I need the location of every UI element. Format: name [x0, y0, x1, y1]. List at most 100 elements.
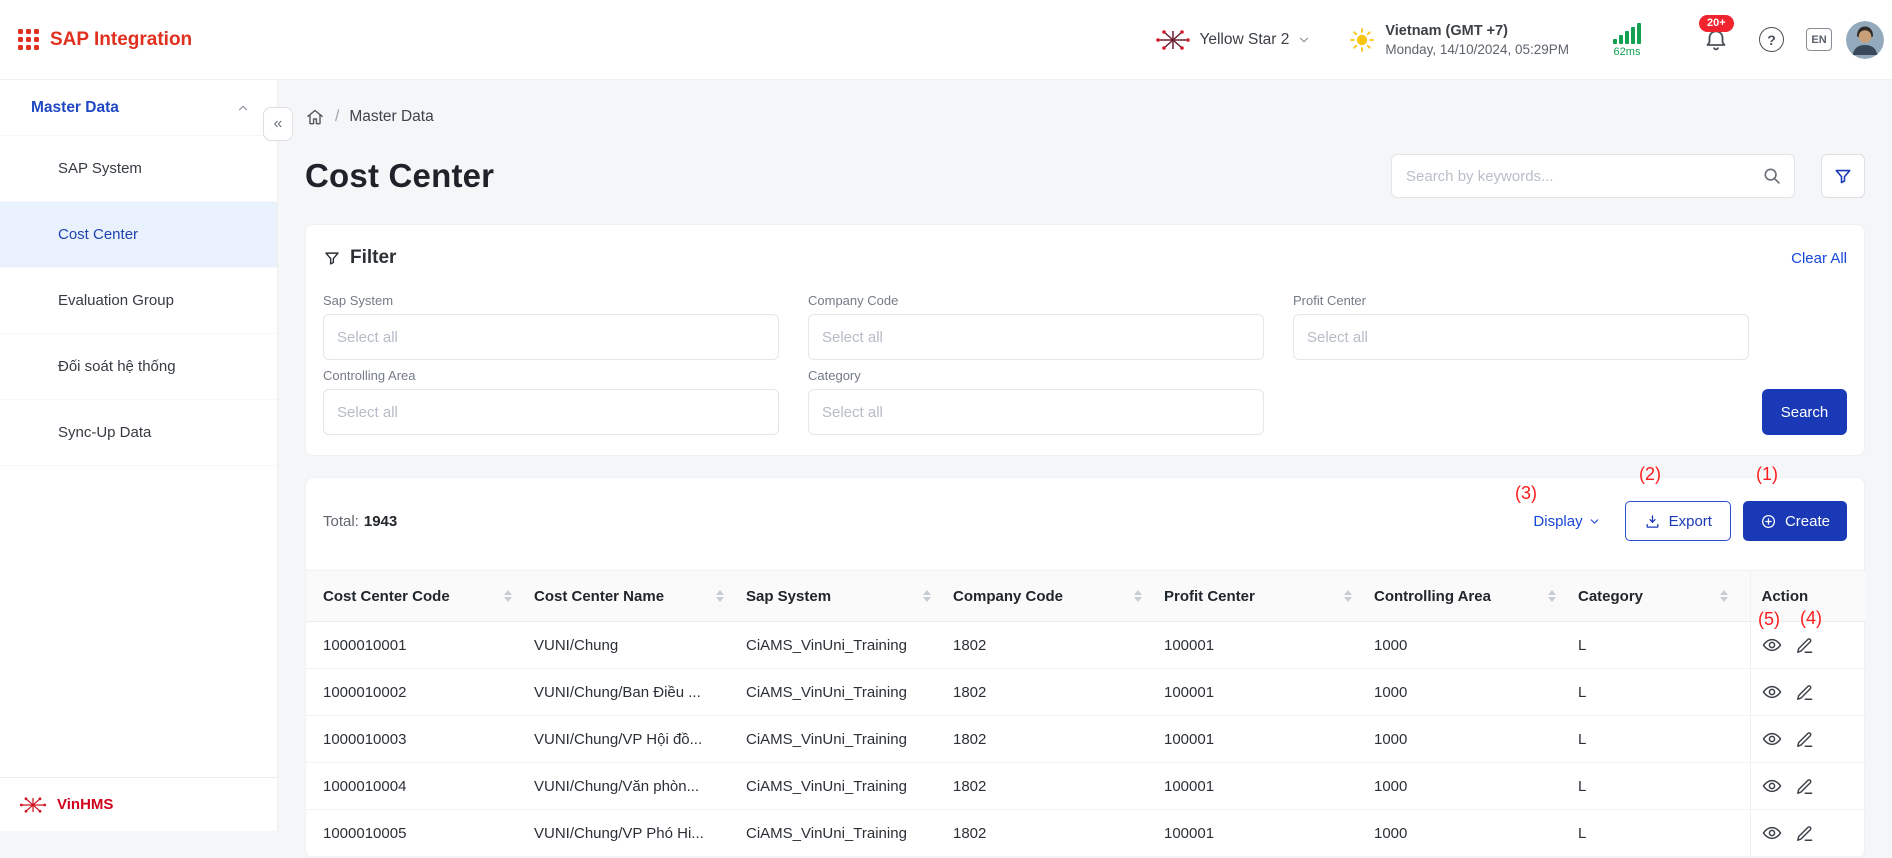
- col-profit-center[interactable]: Profit Center: [1164, 571, 1374, 622]
- view-button[interactable]: [1762, 682, 1782, 702]
- filter-search-button[interactable]: Search: [1762, 389, 1847, 435]
- home-icon[interactable]: [305, 107, 325, 127]
- sidebar-item-evaluation-group[interactable]: Evaluation Group: [0, 268, 277, 334]
- workspace-selector[interactable]: Yellow Star 2: [1155, 29, 1311, 51]
- view-button[interactable]: [1762, 729, 1782, 749]
- profit-center-select[interactable]: [1293, 314, 1749, 360]
- sidebar-item-sync-up-data[interactable]: Sync-Up Data: [0, 400, 277, 466]
- chevron-up-icon: [236, 101, 250, 115]
- notifications-button[interactable]: 20+: [1703, 27, 1729, 53]
- table-row: 1000010001 VUNI/Chung CiAMS_VinUni_Train…: [306, 622, 1866, 669]
- sap-system-select[interactable]: [323, 314, 779, 360]
- export-button[interactable]: Export: [1625, 501, 1731, 541]
- col-company-code[interactable]: Company Code: [953, 571, 1164, 622]
- filter-field-sap-system: Sap System: [323, 293, 779, 360]
- plus-circle-icon: [1760, 513, 1777, 530]
- company-code-select[interactable]: [808, 314, 1264, 360]
- annotation-display: (3): [1515, 483, 1537, 503]
- edit-button[interactable]: [1795, 636, 1814, 655]
- breadcrumb: / Master Data: [305, 106, 1865, 128]
- col-category[interactable]: Category: [1578, 571, 1750, 622]
- eye-icon: [1762, 823, 1782, 843]
- sidebar-collapse-button[interactable]: «: [263, 107, 293, 141]
- results-panel: (1) (2) (3) (5) (4) Total:1943 Display: [305, 477, 1865, 858]
- edit-button[interactable]: [1795, 683, 1814, 702]
- table-row: 1000010002 VUNI/Chung/Ban Điều ... CiAMS…: [306, 669, 1866, 716]
- annotation-view: (5): [1758, 609, 1780, 629]
- top-bar-right: Yellow Star 2 Vietnam (GMT +7) Monday, 1…: [1155, 21, 1884, 59]
- notification-badge: 20+: [1699, 15, 1734, 32]
- pencil-icon: [1795, 824, 1814, 843]
- sort-icon[interactable]: [923, 590, 931, 602]
- funnel-icon: [323, 249, 341, 267]
- col-cost-center-code[interactable]: Cost Center Code: [306, 571, 534, 622]
- annotation-export: (2): [1639, 464, 1661, 484]
- sidebar-group-label: Master Data: [31, 99, 119, 117]
- chevron-down-icon: [1588, 515, 1601, 528]
- keyword-search-input[interactable]: [1391, 154, 1795, 198]
- filter-field-profit-center: Profit Center: [1293, 293, 1749, 360]
- sort-icon[interactable]: [716, 590, 724, 602]
- view-button[interactable]: [1762, 635, 1782, 655]
- table-header-row: Cost Center Code Cost Center Name Sap Sy…: [306, 571, 1866, 622]
- user-avatar[interactable]: [1846, 21, 1884, 59]
- sidebar-item-doi-soat[interactable]: Đối soát hệ thống: [0, 334, 277, 400]
- category-select[interactable]: [808, 389, 1264, 435]
- latency-value: 62ms: [1614, 46, 1641, 58]
- edit-button[interactable]: [1795, 824, 1814, 843]
- app-brand[interactable]: SAP Integration: [18, 29, 192, 51]
- sort-icon[interactable]: [1134, 590, 1142, 602]
- filter-toggle-button[interactable]: [1821, 154, 1865, 198]
- display-dropdown[interactable]: Display: [1533, 513, 1600, 530]
- col-cost-center-name[interactable]: Cost Center Name: [534, 571, 746, 622]
- sidebar-item-cost-center[interactable]: Cost Center: [0, 202, 277, 268]
- sidebar-group-master-data[interactable]: Master Data: [0, 80, 277, 136]
- view-button[interactable]: [1762, 776, 1782, 796]
- weather-sun-icon: [1349, 27, 1375, 53]
- create-button[interactable]: Create: [1743, 501, 1847, 541]
- edit-button[interactable]: [1795, 730, 1814, 749]
- pencil-icon: [1795, 777, 1814, 796]
- total-value: 1943: [364, 513, 397, 530]
- table-row: 1000010005 VUNI/Chung/VP Phó Hi... CiAMS…: [306, 810, 1866, 857]
- pencil-icon: [1795, 636, 1814, 655]
- filter-panel: Filter Clear All Sap System Company Code…: [305, 224, 1865, 456]
- eye-icon: [1762, 776, 1782, 796]
- sidebar-footer: VinHMS: [0, 777, 277, 831]
- edit-button[interactable]: [1795, 777, 1814, 796]
- workspace-logo-icon: [1155, 29, 1191, 51]
- col-controlling-area[interactable]: Controlling Area: [1374, 571, 1578, 622]
- vinhms-brand-label: VinHMS: [57, 796, 113, 813]
- timezone-block: Vietnam (GMT +7) Monday, 14/10/2024, 05:…: [1349, 23, 1569, 57]
- eye-icon: [1762, 682, 1782, 702]
- language-switcher[interactable]: EN: [1806, 28, 1832, 51]
- sort-icon[interactable]: [1344, 590, 1352, 602]
- breadcrumb-master-data[interactable]: Master Data: [349, 108, 433, 126]
- sort-icon[interactable]: [1720, 590, 1728, 602]
- sidebar: Master Data SAP System Cost Center Evalu…: [0, 80, 278, 831]
- annotation-create: (1): [1756, 464, 1778, 484]
- current-datetime: Monday, 14/10/2024, 05:29PM: [1385, 42, 1569, 57]
- breadcrumb-separator: /: [335, 108, 339, 126]
- view-button[interactable]: [1762, 823, 1782, 843]
- eye-icon: [1762, 635, 1782, 655]
- col-sap-system[interactable]: Sap System: [746, 571, 953, 622]
- help-button[interactable]: ?: [1759, 27, 1784, 52]
- network-status: 62ms: [1613, 22, 1641, 58]
- workspace-name: Yellow Star 2: [1199, 31, 1289, 49]
- clear-all-link[interactable]: Clear All: [1791, 250, 1847, 267]
- sidebar-item-sap-system[interactable]: SAP System: [0, 136, 277, 202]
- table-row: 1000010004 VUNI/Chung/Văn phòn... CiAMS_…: [306, 763, 1866, 810]
- filter-field-company-code: Company Code: [808, 293, 1264, 360]
- annotation-edit: (4): [1800, 608, 1822, 628]
- signal-bars-icon: [1613, 22, 1641, 44]
- app-launcher-icon[interactable]: [18, 29, 39, 50]
- sort-icon[interactable]: [1548, 590, 1556, 602]
- filter-field-category: Category: [808, 368, 1264, 435]
- sidebar-menu: SAP System Cost Center Evaluation Group …: [0, 136, 277, 466]
- cost-center-table: Cost Center Code Cost Center Name Sap Sy…: [306, 570, 1866, 857]
- sort-icon[interactable]: [504, 590, 512, 602]
- controlling-area-select[interactable]: [323, 389, 779, 435]
- search-icon[interactable]: [1761, 165, 1783, 187]
- vinhms-logo-icon: [19, 796, 47, 814]
